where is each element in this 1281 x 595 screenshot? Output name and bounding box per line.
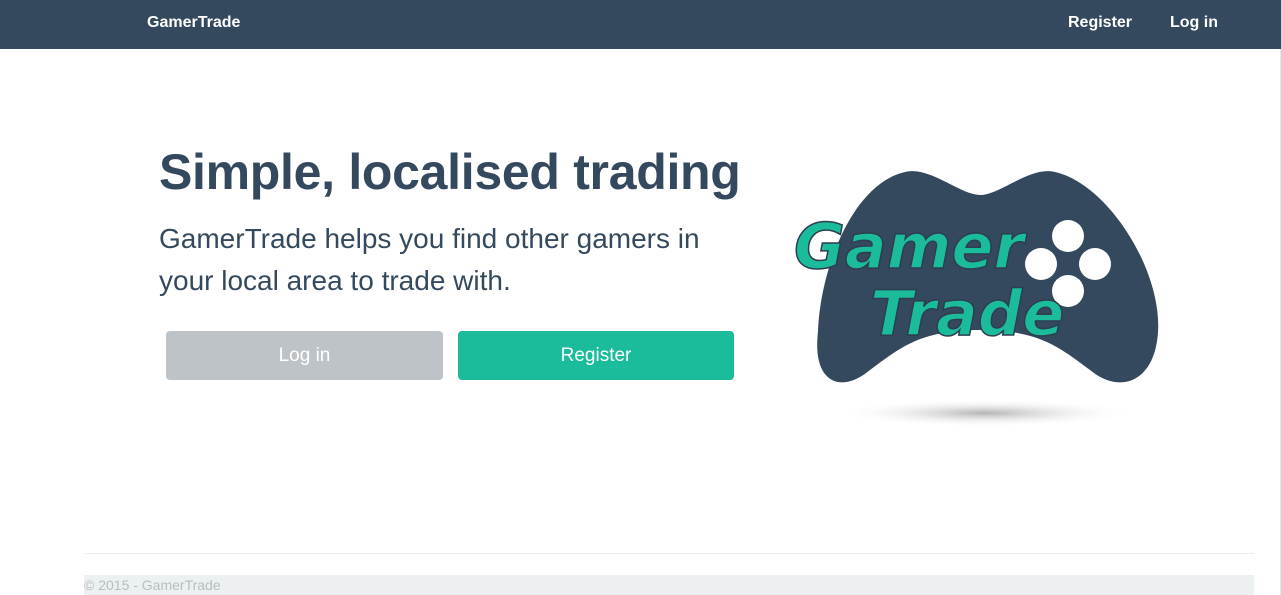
- register-button[interactable]: Register: [458, 331, 734, 380]
- controller-button-left: [1025, 248, 1057, 280]
- brand-link[interactable]: GamerTrade: [147, 13, 240, 33]
- gamepad-logo-icon: Gamer Trade: [793, 171, 1159, 427]
- logo-shadow: [835, 399, 1135, 427]
- logo-text-trade: Trade: [870, 277, 1064, 350]
- nav-register-link[interactable]: Register: [1068, 13, 1132, 33]
- navbar: GamerTrade Register Log in: [0, 0, 1281, 49]
- controller-button-right: [1079, 248, 1111, 280]
- nav-login-link[interactable]: Log in: [1170, 13, 1218, 33]
- hero-title: Simple, localised trading: [159, 144, 741, 200]
- login-button[interactable]: Log in: [166, 331, 443, 380]
- footer-copyright: © 2015 - GamerTrade: [84, 577, 221, 593]
- footer: © 2015 - GamerTrade: [84, 575, 1254, 595]
- footer-divider: [84, 553, 1254, 554]
- controller-button-top: [1052, 220, 1084, 252]
- logo-text-gamer: Gamer: [794, 210, 1027, 283]
- hero-description: GamerTrade helps you find other gamers i…: [159, 223, 700, 296]
